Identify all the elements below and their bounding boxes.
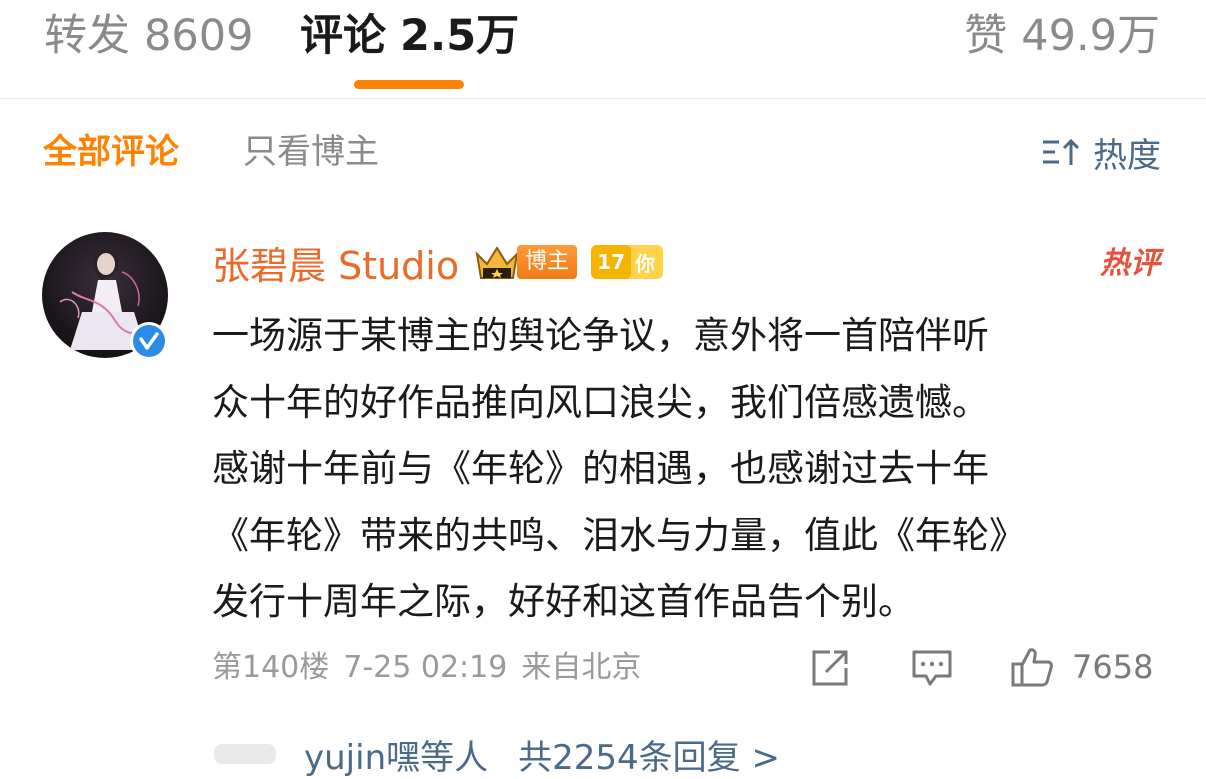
fan-level-number: 17 <box>591 245 632 279</box>
comment-icon <box>912 650 952 686</box>
crown-icon <box>475 246 519 279</box>
comment-line: 发行十周年之际，好好和这首作品告个别。 <box>212 580 915 623</box>
tab-forward[interactable]: 转发 8609 <box>44 10 253 62</box>
comment-line: 感谢十年前与《年轮》的相遇，也感谢过去十年 <box>212 447 989 490</box>
comment-line: 《年轮》带来的共鸣、泪水与力量，值此《年轮》 <box>212 513 1026 557</box>
comment-location: 来自北京 <box>521 650 642 685</box>
tab-comments[interactable]: 评论 2.5万 <box>300 10 519 62</box>
comment-text: 一场源于某博主的舆论争议，意外将一首陪伴听 众十年的好作品推向风口浪尖，我们倍感… <box>212 303 1162 636</box>
active-tab-indicator <box>354 80 464 89</box>
comment-meta: 第140楼 7-25 02:19 来自北京 <box>212 645 655 691</box>
replies-preview[interactable]: yujin嘿等人 共2254条回复 > <box>214 729 780 779</box>
tab-likes[interactable]: 赞 49.9万 <box>964 10 1160 62</box>
reply-users: yujin嘿等人 <box>304 737 489 778</box>
verified-badge-icon <box>130 322 168 360</box>
reply-count-link[interactable]: 共2254条回复 > <box>518 730 780 779</box>
comment-line: 一场源于某博主的舆论争议，意外将一首陪伴听 <box>212 314 989 357</box>
blogger-tag: 博主 <box>517 245 578 279</box>
share-icon <box>812 650 848 686</box>
blogger-badge: 博主 <box>473 242 578 282</box>
tab-likes-count: 49.9万 <box>1021 11 1160 61</box>
like-button[interactable]: 7658 <box>1010 644 1153 690</box>
filter-blogger-only[interactable]: 只看博主 <box>243 130 379 174</box>
fan-level-you-label: 你 <box>635 251 656 276</box>
sort-icon <box>1043 138 1080 165</box>
tab-comments-label: 评论 <box>300 11 386 61</box>
reply-button[interactable] <box>910 644 954 690</box>
tab-forward-count: 8609 <box>144 11 254 61</box>
author-name[interactable]: 张碧晨 Studio <box>212 235 459 290</box>
tab-comments-count: 2.5万 <box>400 11 520 61</box>
fan-level-badge: 17 你 <box>591 245 664 279</box>
filter-all-comments[interactable]: 全部评论 <box>43 130 179 174</box>
sort-label: 热度 <box>1093 135 1161 176</box>
hot-comment-tag: 热评 <box>1100 246 1160 281</box>
comment-floor: 第140楼 <box>212 650 330 685</box>
comment-filter-bar: 全部评论 只看博主 热度 <box>0 120 1206 184</box>
comment-line: 众十年的好作品推向风口浪尖，我们倍感遗憾。 <box>212 380 989 424</box>
tab-forward-label: 转发 <box>44 11 130 61</box>
comment-author-row: 张碧晨 Studio 博主 17 你 <box>212 234 664 290</box>
like-count: 7658 <box>1072 648 1154 686</box>
share-button[interactable] <box>808 644 852 690</box>
thumbs-up-icon <box>1011 648 1053 687</box>
comment-time: 7-25 02:19 <box>343 650 508 685</box>
sort-by-heat-button[interactable]: 热度 <box>1041 130 1161 176</box>
stat-tabs: 转发 8609 评论 2.5万 赞 49.9万 <box>0 0 1206 99</box>
reply-avatars <box>214 744 276 764</box>
tab-likes-label: 赞 <box>964 11 1008 61</box>
